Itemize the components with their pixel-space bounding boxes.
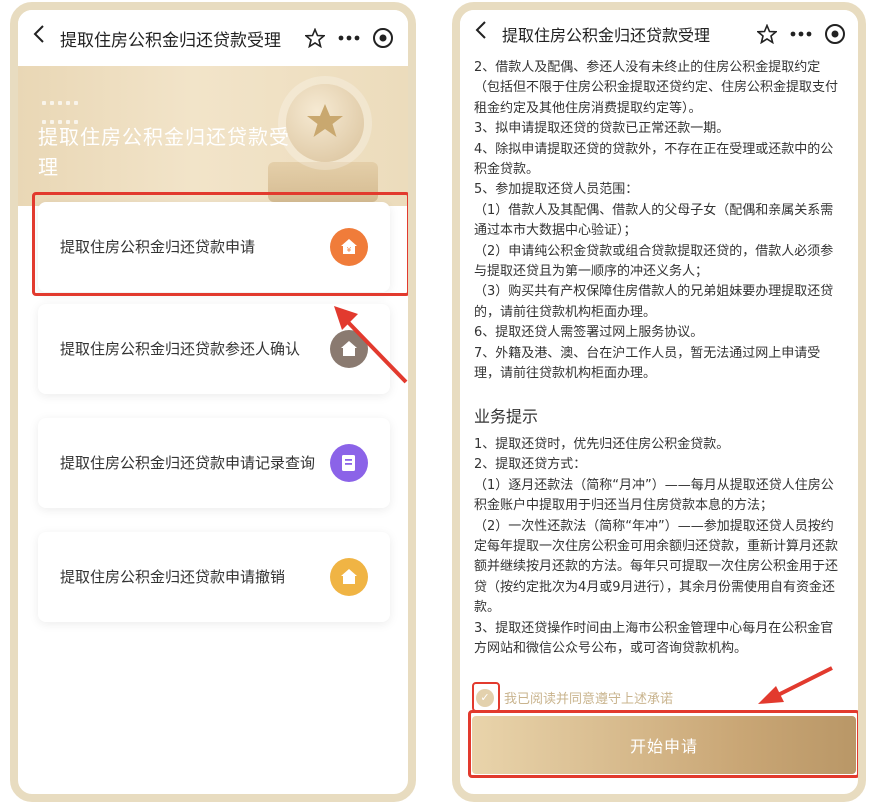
tip-item: 1、提取还贷时，优先归还住房公积金贷款。: [474, 436, 730, 452]
back-icon[interactable]: [32, 10, 54, 66]
back-icon[interactable]: [474, 10, 496, 58]
right-phone-screen: 提取住房公积金归还贷款受理 2、借款人及配偶、参还人没有未终止的住房公积金提取约…: [452, 2, 866, 802]
agree-text: 我已阅读并同意遵守上述承诺: [504, 692, 674, 707]
card-application-cancel[interactable]: 提取住房公积金归还贷款申请撤销: [38, 532, 390, 622]
banner-dots: [40, 92, 80, 124]
highlight-box-start-button: [468, 710, 858, 778]
term-item: 3、拟申请提取还贷的贷款已正常还款一期。: [474, 121, 730, 137]
term-item: （2）申请纯公积金贷款或组合贷款提取还贷的，借款人必须参与提取还贷且为第一顺序的…: [474, 243, 834, 280]
card-label: 提取住房公积金归还贷款申请撤销: [60, 568, 286, 586]
close-target-icon[interactable]: [818, 23, 852, 45]
nav-bar: 提取住房公积金归还贷款受理: [18, 10, 408, 66]
tip-item: （1）逐月还款法（简称“月冲”）——每月从提取还贷人住房公积金账户中提取用于归还…: [474, 477, 834, 514]
terms-content: 2、借款人及配偶、参还人没有未终止的住房公积金提取约定（包括但不限于住房公积金提…: [474, 58, 846, 659]
star-favorite-icon[interactable]: [750, 24, 784, 44]
tip-item: 2、提取还贷方式：: [474, 457, 587, 473]
term-item: 4、除拟申请提取还贷的贷款外，不存在正在受理或还款中的公积金贷款。: [474, 141, 834, 178]
term-item: （1）借款人及其配偶、借款人的父母子女（配偶和亲属关系需通过本市大数据中心验证）…: [474, 202, 834, 239]
record-list-icon: [330, 444, 368, 482]
term-item: 5、参加提取还贷人员范围：: [474, 182, 639, 198]
house-cancel-icon: [330, 558, 368, 596]
agree-row[interactable]: ✓ 我已阅读并同意遵守上述承诺: [476, 688, 673, 707]
term-item: 6、提取还贷人需签署过网上服务协议。: [474, 325, 704, 341]
more-icon[interactable]: [784, 31, 818, 37]
more-icon[interactable]: [332, 35, 366, 41]
tip-item: （2）一次性还款法（简称“年冲”）——参加提取还贷人员按约定每年提取一次住房公积…: [474, 518, 839, 616]
banner-title: 提取住房公积金归还贷款受理: [38, 125, 290, 179]
nav-title: 提取住房公积金归还贷款受理: [60, 30, 281, 51]
card-label: 提取住房公积金归还贷款参还人确认: [60, 340, 301, 358]
term-item: 7、外籍及港、澳、台在沪工作人员，暂无法通过网上申请受理，请前往贷款机构柜面办理…: [474, 345, 821, 382]
highlight-box-application: [32, 192, 408, 296]
tips-title: 业务提示: [474, 406, 539, 426]
red-arrow-icon: [758, 666, 833, 704]
card-record-query[interactable]: 提取住房公积金归还贷款申请记录查询: [38, 418, 390, 508]
star-favorite-icon[interactable]: [298, 28, 332, 48]
banner: 提取住房公积金归还贷款受理: [18, 66, 408, 206]
highlight-box-checkbox: [472, 682, 500, 712]
nav-title: 提取住房公积金归还贷款受理: [502, 26, 711, 45]
term-item: 2、借款人及配偶、参还人没有未终止的住房公积金提取约定（包括但不限于住房公积金提…: [474, 60, 839, 116]
card-label: 提取住房公积金归还贷款申请记录查询: [60, 454, 316, 472]
tip-item: 3、提取还贷操作时间由上海市公积金管理中心每月在公积金官方网站和微信公众号公布，…: [474, 620, 834, 656]
term-item: （3）购买共有产权保障住房借款人的兄弟姐妹要办理提取还贷的，请前往贷款机构柜面办…: [474, 284, 834, 320]
nav-bar: 提取住房公积金归还贷款受理: [460, 10, 858, 58]
close-target-icon[interactable]: [366, 27, 400, 49]
red-arrow-icon: [334, 306, 408, 384]
left-phone-screen: 提取住房公积金归还贷款受理 提取住房公积金归还贷款受理 提取住房公积金归还贷款申…: [10, 2, 416, 802]
